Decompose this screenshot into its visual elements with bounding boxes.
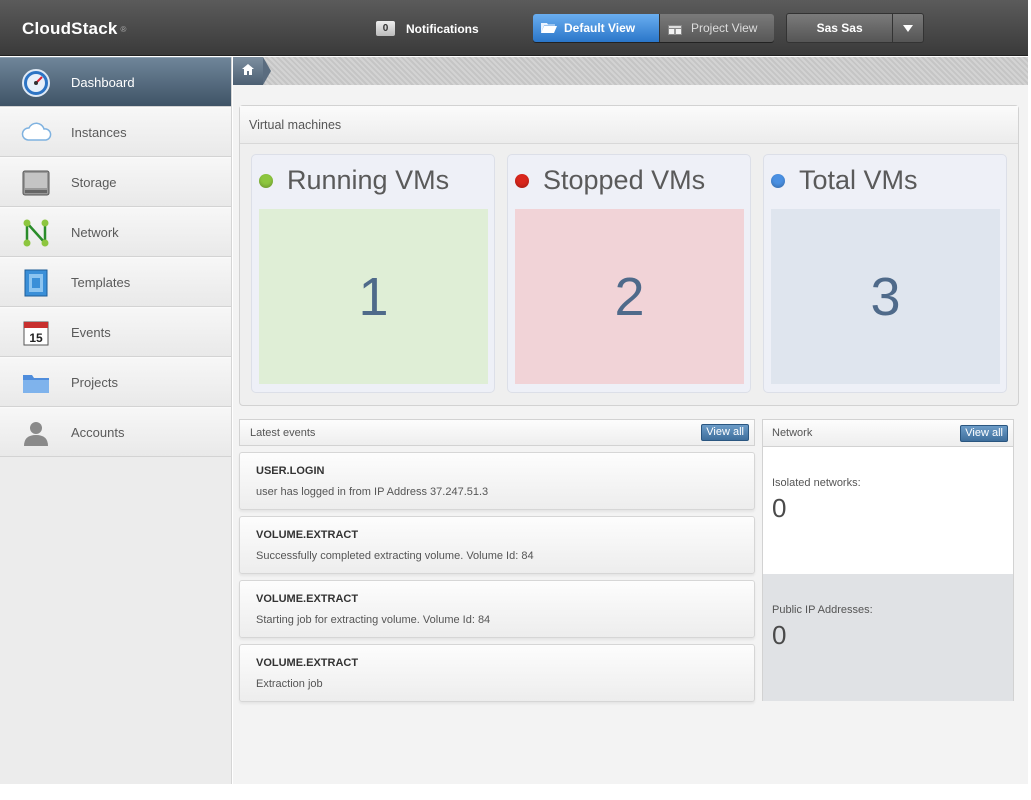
sidebar-item-accounts[interactable]: Accounts (0, 407, 231, 457)
isolated-networks-label: Isolated networks: (772, 477, 861, 489)
sidebar-item-dashboard[interactable]: Dashboard (0, 57, 231, 107)
sidebar-item-label: Projects (71, 374, 118, 390)
calendar-icon: 15 (21, 318, 51, 348)
public-ip-section: Public IP Addresses: 0 (763, 574, 1013, 701)
virtual-machines-title: Virtual machines (240, 106, 1018, 144)
total-status-dot (771, 173, 785, 188)
logo-registered-mark: ® (120, 25, 127, 35)
home-icon (242, 62, 254, 80)
network-panel: Network View all Isolated networks: 0 Pu… (762, 419, 1014, 701)
network-title: Network (772, 427, 813, 439)
project-view-button[interactable]: Project View (659, 14, 774, 42)
sidebar-item-label: Storage (71, 174, 117, 190)
sidebar-item-label: Events (71, 324, 111, 340)
user-menu-dropdown-button[interactable] (892, 14, 923, 42)
notifications-button[interactable]: 0 Notifications (376, 21, 479, 36)
network-view-all-button[interactable]: View all (960, 424, 1008, 442)
folder-icon (21, 368, 51, 398)
running-vms-card[interactable]: Running VMs 1 (251, 154, 495, 393)
event-item[interactable]: VOLUME.EXTRACT Starting job for extracti… (239, 580, 755, 638)
notifications-label: Notifications (406, 21, 479, 36)
total-vms-count: 3 (771, 209, 1000, 384)
running-vms-heading: Running VMs (259, 165, 449, 196)
user-icon (21, 418, 51, 448)
total-vms-heading: Total VMs (771, 165, 918, 196)
isolated-networks-value: 0 (772, 493, 787, 523)
sidebar-item-label: Network (71, 224, 119, 240)
event-item[interactable]: USER.LOGIN user has logged in from IP Ad… (239, 452, 755, 510)
notifications-count-badge: 0 (376, 21, 395, 36)
running-status-dot (259, 173, 273, 188)
stopped-vms-card[interactable]: Stopped VMs 2 (507, 154, 751, 393)
stopped-vms-count: 2 (515, 209, 744, 384)
stopped-vms-heading: Stopped VMs (515, 165, 705, 196)
folder-open-icon (541, 22, 557, 34)
event-title: USER.LOGIN (256, 465, 325, 477)
event-description: Starting job for extracting volume. Volu… (256, 614, 491, 626)
event-description: Extraction job (256, 678, 323, 690)
network-header: Network View all (763, 420, 1013, 447)
event-item[interactable]: VOLUME.EXTRACT Successfully completed ex… (239, 516, 755, 574)
cloud-icon (21, 118, 52, 148)
sidebar-item-projects[interactable]: Projects (0, 357, 231, 407)
sidebar-item-instances[interactable]: Instances (0, 107, 231, 157)
public-ip-value: 0 (772, 620, 787, 650)
event-title: VOLUME.EXTRACT (256, 593, 359, 605)
event-title: VOLUME.EXTRACT (256, 529, 359, 541)
user-menu[interactable]: Sas Sas (786, 13, 924, 43)
dashboard-icon (21, 68, 51, 98)
event-title: VOLUME.EXTRACT (256, 657, 359, 669)
logo[interactable]: CloudStack ® (22, 19, 127, 39)
top-header: CloudStack ® 0 Notifications Default View… (0, 0, 1028, 56)
latest-events-header: Latest events View all (239, 419, 755, 446)
stopped-vms-label: Stopped VMs (543, 165, 706, 195)
default-view-label: Default View (564, 21, 636, 35)
breadcrumb (233, 57, 1028, 85)
sidebar: Dashboard Instances Storage Network Temp… (0, 57, 232, 784)
total-vms-label: Total VMs (799, 165, 918, 195)
event-item[interactable]: VOLUME.EXTRACT Extraction job (239, 644, 755, 702)
gift-icon (668, 22, 684, 35)
sidebar-item-network[interactable]: Network (0, 207, 231, 257)
sidebar-item-label: Templates (71, 274, 131, 290)
breadcrumb-home[interactable] (233, 57, 271, 85)
event-description: Successfully completed extracting volume… (256, 550, 534, 562)
sidebar-item-label: Accounts (71, 424, 125, 440)
public-ip-label: Public IP Addresses: (772, 604, 873, 616)
events-view-all-button[interactable]: View all (701, 424, 749, 441)
latest-events-panel: Latest events View all USER.LOGIN user h… (239, 419, 755, 705)
user-name: Sas Sas (816, 21, 863, 35)
sidebar-item-events[interactable]: 15 Events (0, 307, 231, 357)
app: CloudStack ® 0 Notifications Default View… (0, 0, 1031, 800)
running-vms-count: 1 (259, 209, 488, 384)
sidebar-item-templates[interactable]: Templates (0, 257, 231, 307)
network-icon (21, 218, 51, 248)
project-view-label: Project View (691, 21, 758, 35)
svg-text:15: 15 (29, 331, 43, 345)
stopped-status-dot (515, 173, 529, 188)
latest-events-title: Latest events (250, 426, 316, 439)
chevron-down-icon (903, 24, 914, 32)
total-vms-card[interactable]: Total VMs 3 (763, 154, 1007, 393)
sidebar-item-label: Dashboard (71, 74, 135, 90)
main-content: Virtual machines Running VMs 1 Stopped V… (233, 85, 1028, 784)
isolated-networks-section: Isolated networks: 0 (763, 447, 1013, 574)
default-view-button[interactable]: Default View (533, 14, 659, 42)
running-vms-label: Running VMs (287, 165, 450, 195)
disk-icon (21, 168, 51, 198)
virtual-machines-panel: Virtual machines Running VMs 1 Stopped V… (239, 105, 1019, 406)
sidebar-item-storage[interactable]: Storage (0, 157, 231, 207)
view-toggle: Default View Project View (533, 14, 774, 42)
logo-text: CloudStack (22, 19, 118, 38)
event-description: user has logged in from IP Address 37.24… (256, 486, 489, 498)
sidebar-item-label: Instances (71, 124, 127, 140)
template-icon (21, 268, 51, 298)
